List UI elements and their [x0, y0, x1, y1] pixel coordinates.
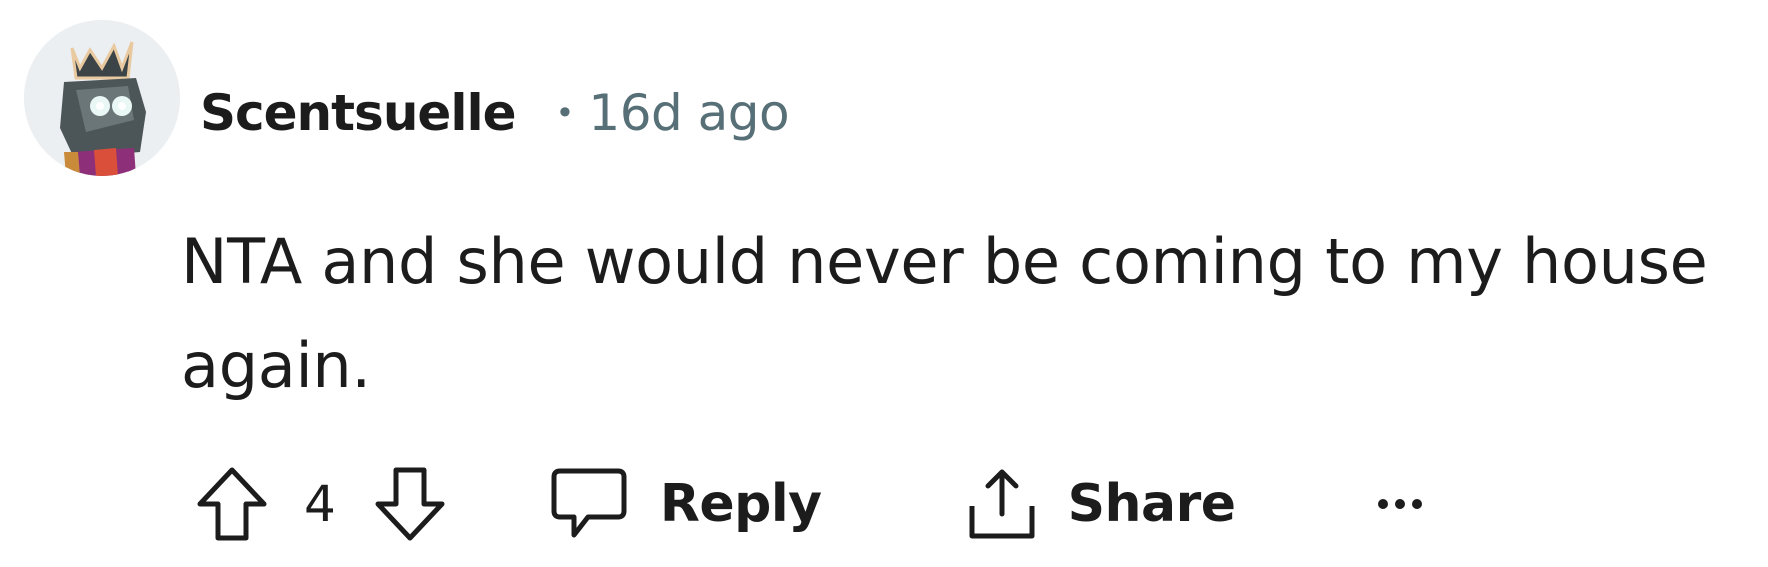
author-name[interactable]: Scentsuelle: [200, 84, 517, 142]
share-icon: [966, 466, 1038, 542]
avatar[interactable]: [24, 20, 180, 176]
comment-body: NTA and she would never be coming to my …: [181, 225, 1708, 402]
vote-controls: 4: [196, 466, 446, 542]
speech-bubble-icon: [550, 467, 628, 541]
comment: Scentsuelle • 16d ago NTA and she would …: [0, 0, 1768, 567]
comment-meta: Scentsuelle • 16d ago: [200, 78, 790, 148]
timestamp[interactable]: 16d ago: [588, 84, 789, 142]
share-button[interactable]: Share: [966, 466, 1236, 542]
arrow-down-icon[interactable]: [374, 466, 446, 542]
reply-label: Reply: [659, 474, 822, 534]
more-options-button[interactable]: [1376, 496, 1424, 512]
vote-score: 4: [304, 475, 336, 533]
comment-actions: 4 Reply Share: [196, 456, 1424, 552]
separator-dot: •: [555, 94, 575, 132]
reply-button[interactable]: Reply: [550, 467, 822, 541]
arrow-up-icon[interactable]: [196, 466, 268, 542]
more-options-icon: [1376, 496, 1424, 512]
share-label: Share: [1067, 474, 1236, 534]
